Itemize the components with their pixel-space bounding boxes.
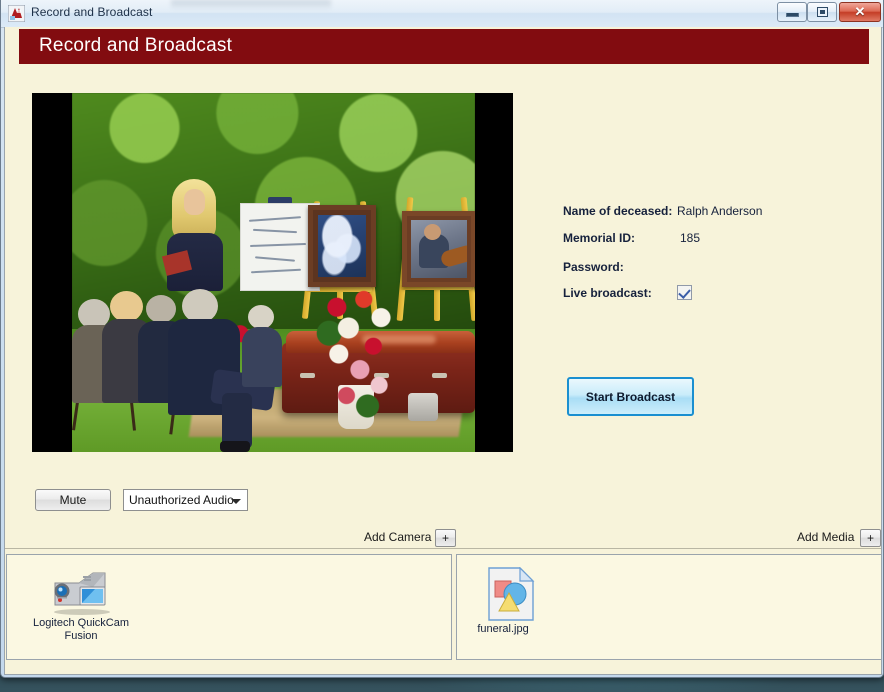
photo-mourners xyxy=(72,289,302,452)
section-divider xyxy=(5,548,881,549)
titlebar-ghost-artifact xyxy=(171,0,331,10)
name-of-deceased-value: Ralph Anderson xyxy=(677,204,763,218)
media-file-name: funeral.jpg xyxy=(477,623,529,635)
memorial-id-label: Memorial ID: xyxy=(563,231,636,245)
page-title: Record and Broadcast xyxy=(39,35,233,56)
name-of-deceased-label: Name of deceased: xyxy=(563,204,673,218)
add-camera-button[interactable]: + xyxy=(435,529,456,547)
audio-source-value: Unauthorized Audio xyxy=(129,493,234,507)
close-button[interactable]: ✕ xyxy=(839,2,881,22)
memorial-id-value: 185 xyxy=(680,231,701,245)
photo-urn xyxy=(408,393,438,421)
camera-name-line2: Fusion xyxy=(64,630,98,642)
media-list-panel: funeral.jpg xyxy=(456,554,881,660)
mute-button[interactable]: Mute xyxy=(35,489,111,511)
camera-name-line1: Logitech QuickCam xyxy=(33,617,129,629)
photo-flower-spray xyxy=(310,289,406,419)
app-icon xyxy=(8,5,25,22)
live-broadcast-checkbox[interactable] xyxy=(677,285,692,300)
client-area: Record and Broadcast Mute Unauthorized A… xyxy=(4,27,882,675)
chevron-down-icon xyxy=(231,499,241,504)
window-title: Record and Broadcast xyxy=(31,5,153,19)
photo-painting-floral xyxy=(308,205,376,287)
add-media-label: Add Media xyxy=(797,530,855,544)
preview-photo xyxy=(72,93,475,452)
close-icon: ✕ xyxy=(854,4,866,19)
video-preview[interactable] xyxy=(32,93,513,452)
check-icon xyxy=(678,286,691,299)
photo-speaker-face xyxy=(184,189,205,215)
audio-source-select[interactable]: Unauthorized Audio xyxy=(123,489,248,511)
camera-list-panel: Logitech QuickCam Fusion xyxy=(6,554,452,660)
minimize-button[interactable] xyxy=(777,2,807,22)
title-bar[interactable]: Record and Broadcast ✕ xyxy=(1,0,883,28)
camcorder-icon xyxy=(54,572,110,615)
restore-button[interactable] xyxy=(807,2,837,22)
password-label: Password: xyxy=(563,260,624,274)
live-broadcast-label: Live broadcast: xyxy=(563,286,652,300)
photo-painting-violinist xyxy=(402,211,475,287)
start-broadcast-button[interactable]: Start Broadcast xyxy=(567,377,694,416)
add-camera-label: Add Camera xyxy=(364,530,432,544)
add-media-button[interactable]: + xyxy=(860,529,881,547)
application-window: Record and Broadcast ✕ Record and Broadc… xyxy=(0,0,884,678)
page-header-band: Record and Broadcast xyxy=(19,29,869,64)
jpg-file-icon xyxy=(488,567,535,621)
